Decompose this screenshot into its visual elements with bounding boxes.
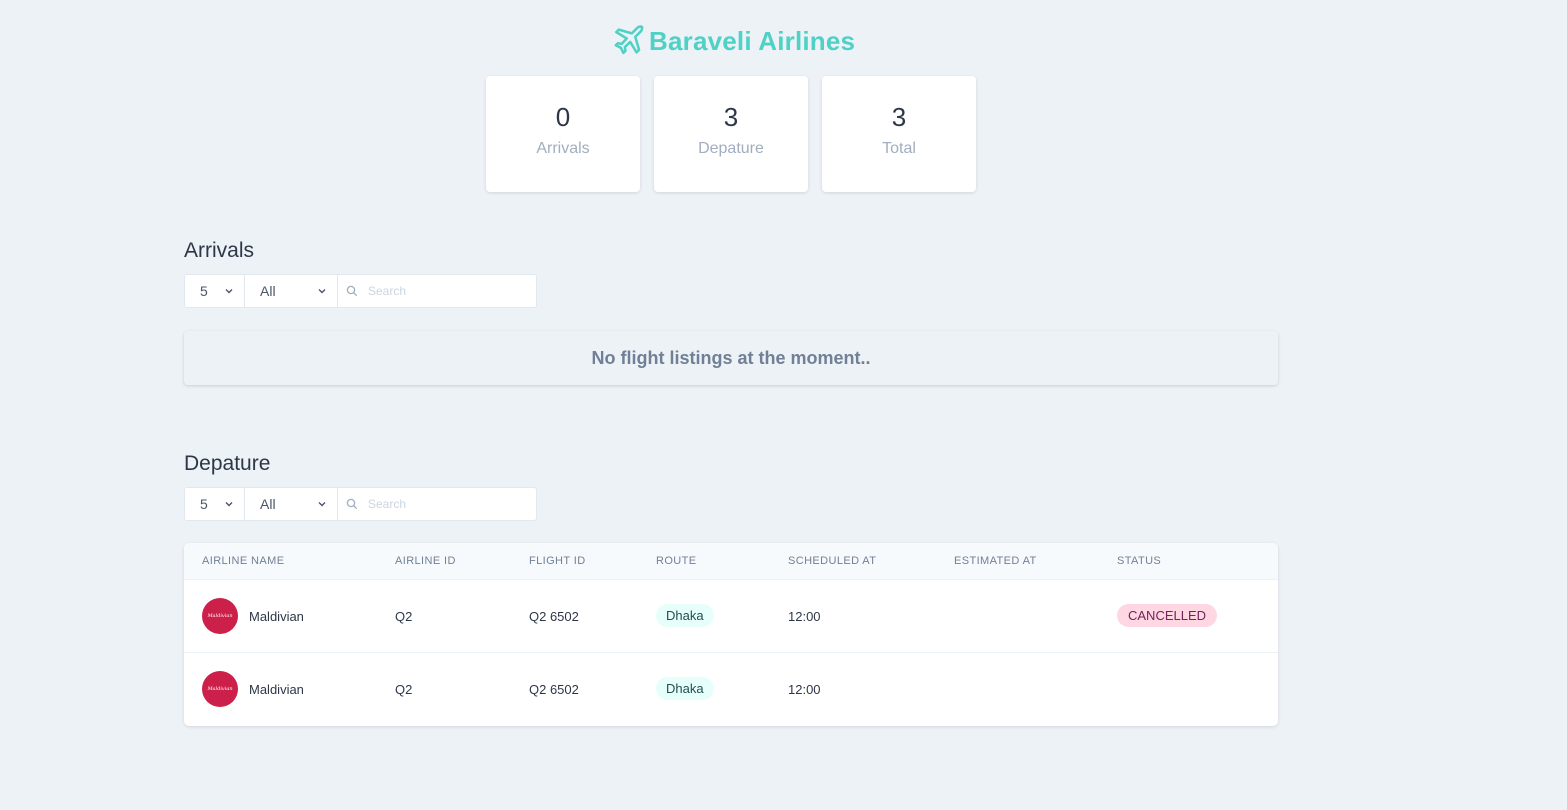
brand-name: Baraveli Airlines <box>649 25 856 56</box>
stat-label: Depature <box>698 140 764 157</box>
column-header: Scheduled At <box>788 555 877 567</box>
airline-name-cell: Maldivian <box>249 609 304 624</box>
scheduled-at-cell: 12:00 <box>788 609 821 624</box>
rows-select-value: 5 <box>200 283 208 299</box>
stat-label: Arrivals <box>536 140 590 157</box>
arrivals-title: Arrivals <box>184 239 255 262</box>
arrivals-search <box>338 274 537 308</box>
airline-logo: Maldivian <box>202 598 238 634</box>
stat-label: Total <box>882 140 916 157</box>
status-badge: Cancelled <box>1117 604 1218 627</box>
chevron-down-icon <box>225 502 233 507</box>
table-row: Maldivian Maldivian Q2 Q2 6502 Dhaka 12:… <box>184 580 1278 653</box>
arrivals-filter-select[interactable]: All <box>245 274 338 308</box>
departures-filter-select[interactable]: All <box>245 487 338 521</box>
stat-value: 3 <box>723 102 739 132</box>
chevron-down-icon <box>225 289 233 294</box>
column-header: Route <box>656 555 697 567</box>
search-icon <box>346 285 358 297</box>
column-header: Airline Name <box>202 555 285 567</box>
scheduled-at-cell: 12:00 <box>788 682 821 697</box>
stat-card-departures: 3 Depature <box>654 76 808 192</box>
route-badge: Dhaka <box>656 604 714 627</box>
chevron-down-icon <box>318 289 326 294</box>
airline-id-cell: Q2 <box>395 609 413 624</box>
rows-select-value: 5 <box>200 496 208 512</box>
brand-header: Baraveli Airlines <box>609 22 855 60</box>
departures-rows-select[interactable]: 5 <box>184 487 245 521</box>
stat-card-total: 3 Total <box>822 76 976 192</box>
airline-name-cell: Maldivian <box>249 682 304 697</box>
flight-id-cell: Q2 6502 <box>529 682 579 697</box>
airline-logo: Maldivian <box>202 671 238 707</box>
arrivals-controls: 5 All <box>184 274 537 308</box>
stats-cards: 0 Arrivals 3 Depature 3 Total <box>486 76 976 192</box>
filter-select-value: All <box>260 283 276 299</box>
column-header: Airline ID <box>395 555 456 567</box>
table-row: Maldivian Maldivian Q2 Q2 6502 Dhaka 12:… <box>184 653 1278 726</box>
departures-title: Depature <box>184 452 271 475</box>
column-header: Status <box>1117 555 1162 567</box>
chevron-down-icon <box>318 502 326 507</box>
search-icon <box>346 498 358 510</box>
departures-search <box>338 487 537 521</box>
filter-select-value: All <box>260 496 276 512</box>
stat-value: 0 <box>555 102 571 132</box>
route-badge: Dhaka <box>656 677 714 700</box>
table-header: Airline Name Airline ID Flight ID Route … <box>184 543 1278 580</box>
departures-table: Airline Name Airline ID Flight ID Route … <box>184 543 1278 726</box>
airplane-icon <box>614 25 644 55</box>
departures-controls: 5 All <box>184 487 537 521</box>
flight-id-cell: Q2 6502 <box>529 609 579 624</box>
arrivals-empty-message: No flight listings at the moment.. <box>184 331 1278 385</box>
column-header: Flight ID <box>529 555 586 567</box>
column-header: Estimated At <box>954 555 1037 567</box>
airline-id-cell: Q2 <box>395 682 413 697</box>
arrivals-search-input[interactable] <box>368 284 528 298</box>
arrivals-rows-select[interactable]: 5 <box>184 274 245 308</box>
stat-card-arrivals: 0 Arrivals <box>486 76 640 192</box>
stat-value: 3 <box>891 102 907 132</box>
departures-search-input[interactable] <box>368 497 528 511</box>
